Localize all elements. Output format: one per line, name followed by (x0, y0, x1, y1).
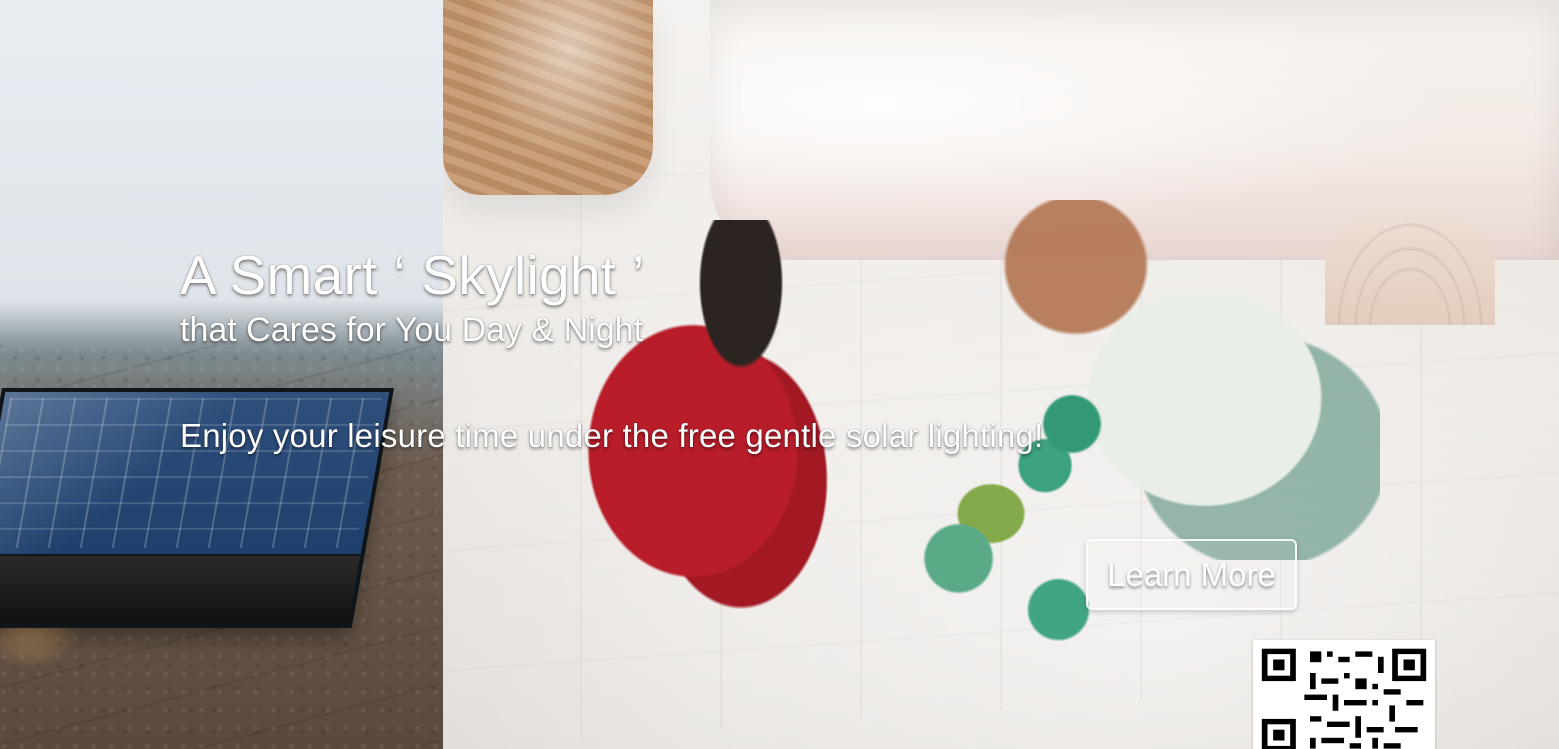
learn-more-button[interactable]: Learn More (1086, 539, 1297, 610)
hero-copy: A Smart ‘ Skylight ’ that Cares for You … (180, 248, 1160, 349)
qr-code (1253, 640, 1435, 749)
solar-base (0, 556, 365, 628)
headline: A Smart ‘ Skylight ’ (180, 244, 645, 306)
solar-glass (0, 388, 394, 558)
basket (443, 0, 653, 195)
wooden-toys (910, 360, 1180, 680)
tagline: Enjoy your leisure time under the free g… (180, 417, 1044, 454)
solar-photo-panel (0, 0, 443, 749)
qr-code-icon (1259, 646, 1429, 749)
subheadline: that Cares for You Day & Night (180, 311, 644, 349)
hero-banner: A Smart ‘ Skylight ’ that Cares for You … (0, 0, 1559, 749)
